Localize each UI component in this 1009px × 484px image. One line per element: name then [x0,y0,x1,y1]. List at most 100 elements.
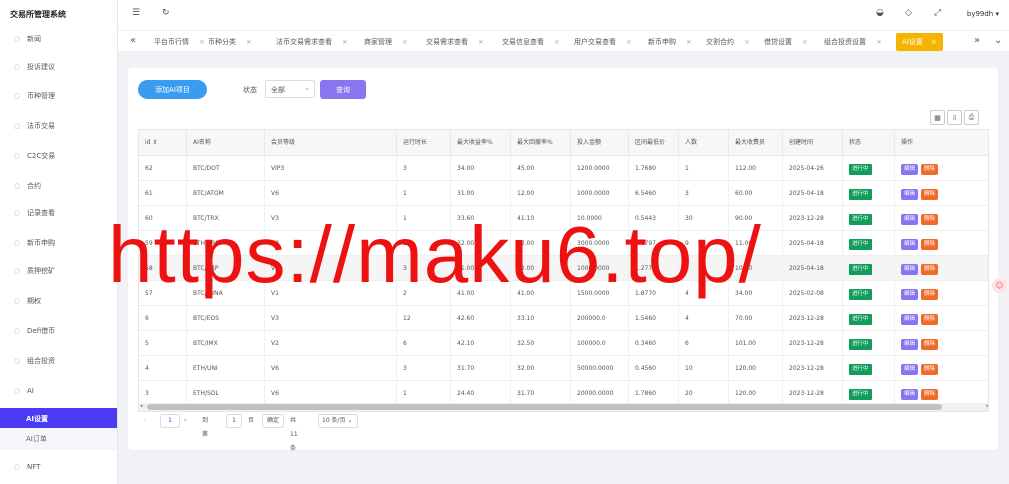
close-tab-icon[interactable]: × [931,38,937,46]
sidebar-item-2[interactable]: ◌ 币种管理 [0,85,117,107]
tab-0[interactable]: 平台币行情 × [148,33,205,51]
tabs-menu-chevron-icon[interactable]: ⌄ [994,35,1002,46]
delete-button[interactable]: 删除 [921,339,939,350]
sidebar-item-8[interactable]: ◌ 质押挖矿 [0,260,117,282]
scroll-left-icon[interactable]: ◂ [140,403,143,409]
edit-button[interactable]: 编辑 [901,339,919,350]
row-actions: 编辑 删除 [895,181,988,206]
delete-button[interactable]: 删除 [921,389,939,400]
columns-filter-icon[interactable]: ▦ [930,110,945,125]
scrollbar-thumb[interactable] [147,404,942,410]
sidebar-item-13[interactable]: AI设置 [0,408,117,430]
close-tab-icon[interactable]: × [402,38,408,46]
tab-8[interactable]: 交割合约 × [700,33,750,51]
sort-icon[interactable]: ⇕ [150,139,157,146]
cell-value: V2 [271,340,279,347]
scroll-right-icon[interactable]: ▸ [986,403,988,409]
table-row[interactable]: 6 BTC/EOS V3 12 42.60 33.10 200000.0 1.5460 4 70.… [139,306,988,331]
delete-button[interactable]: 删除 [921,289,939,300]
tabs-right-arrow-icon[interactable]: » [974,35,980,46]
tab-7[interactable]: 新币申购 × [642,33,692,51]
delete-button[interactable]: 删除 [921,189,939,200]
edit-button[interactable]: 编辑 [901,239,919,250]
sidebar-item-4[interactable]: ◌ C2C交易 [0,145,117,167]
tab-3[interactable]: 商家管理 × [358,33,408,51]
goto-page-input[interactable]: 1 [226,414,242,428]
edit-button[interactable]: 编辑 [901,264,919,275]
edit-button[interactable]: 编辑 [901,214,919,225]
close-tab-icon[interactable]: × [246,38,252,46]
refresh-icon[interactable]: ↻ [162,8,170,18]
delete-button[interactable]: 删除 [921,214,939,225]
close-tab-icon[interactable]: × [554,38,560,46]
tag-icon[interactable]: ◇ [905,8,912,18]
sidebar-item-5[interactable]: ◌ 合约 [0,175,117,197]
sidebar-item-14[interactable]: AI订单 [0,428,117,450]
tabs-bar: « 平台币行情 × 币种分类 × 法币交易需求查看 × 商家管理 × 交易需求查看 × 交易信息查看… [118,30,1009,52]
table-cell: 6.5460 [629,181,679,206]
tab-4[interactable]: 交易需求查看 × [420,33,484,51]
sidebar-item-11[interactable]: ◌ 组合投资 [0,350,117,372]
close-tab-icon[interactable]: × [802,38,808,46]
export-icon[interactable]: ⇩ [947,110,962,125]
status-select[interactable]: 全部 ⌄ [265,80,315,98]
close-tab-icon[interactable]: × [876,38,882,46]
table-row[interactable]: 61 BTC/ATOM V6 1 31.00 12.00 1000.0000 6.5460 3 6… [139,181,988,206]
sidebar-item-10[interactable]: ◌ Defi借币 [0,320,117,342]
tab-5[interactable]: 交易信息查看 × [496,33,560,51]
next-page-icon[interactable]: › [184,414,186,428]
palette-icon[interactable]: ◒ [876,8,884,18]
delete-button[interactable]: 删除 [921,314,939,325]
sidebar-item-3[interactable]: ◌ 法币交易 [0,115,117,137]
query-button[interactable]: 查询 [320,80,366,99]
tab-11[interactable]: AI设置 × [896,33,943,51]
print-icon[interactable]: ⎙ [964,110,979,125]
menu-toggle-icon[interactable]: ☰ [132,8,140,18]
delete-button[interactable]: 删除 [921,164,939,175]
table-cell: 42.10 [451,331,511,356]
close-tab-icon[interactable]: × [342,38,348,46]
edit-button[interactable]: 编辑 [901,389,919,400]
tab-2[interactable]: 法币交易需求查看 × [270,33,348,51]
close-tab-icon[interactable]: × [626,38,632,46]
tabs-left-arrow-icon[interactable]: « [130,35,136,46]
page-size-select[interactable]: 10 条/页 ⌄ [318,414,358,428]
table-row[interactable]: 62 BTC/DOT VIP3 3 34.00 45.00 1200.0000 1.7680 1… [139,156,988,181]
sidebar-item-15[interactable]: ◌ NFT [0,456,117,478]
edit-button[interactable]: 编辑 [901,364,919,375]
delete-button[interactable]: 删除 [921,239,939,250]
close-tab-icon[interactable]: × [744,38,750,46]
cell-value: 1.7860 [635,390,656,397]
delete-button[interactable]: 删除 [921,264,939,275]
goto-confirm-button[interactable]: 确定 [262,414,284,428]
sidebar-item-0[interactable]: ◌ 新闻 [0,28,117,50]
add-ai-project-button[interactable]: 添加AI项目 [138,80,207,99]
tab-10[interactable]: 组合投资设置 × [818,33,882,51]
sidebar-item-12[interactable]: ◌ AI [0,380,117,402]
tab-1[interactable]: 币种分类 × [202,33,252,51]
close-tab-icon[interactable]: × [478,38,484,46]
sidebar-item-1[interactable]: ◌ 投诉建议 [0,56,117,78]
edit-button[interactable]: 编辑 [901,164,919,175]
edit-button[interactable]: 编辑 [901,189,919,200]
tab-9[interactable]: 借贷设置 × [758,33,808,51]
sidebar-item-9[interactable]: ◌ 期权 [0,290,117,312]
floating-assistant-icon[interactable]: ☺ [992,278,1007,293]
column-header[interactable]: id ⇕ [139,130,187,156]
edit-button[interactable]: 编辑 [901,289,919,300]
tab-6[interactable]: 用户交易查看 × [568,33,632,51]
fullscreen-icon[interactable]: ⤢ [934,8,941,18]
table-row[interactable]: 5 BTC/IMX V2 6 42.10 32.50 100000.0 0.3460 6 101.… [139,331,988,356]
page-number-current[interactable]: 1 [160,414,180,428]
sidebar-item-6[interactable]: ◌ 记录查看 [0,202,117,224]
horizontal-scrollbar[interactable]: ◂ ▸ [139,403,988,411]
user-menu[interactable]: by99dh ▾ [967,10,999,18]
column-header: 运行时长 [397,130,451,156]
table-row[interactable]: 4 ETH/UNI V6 3 31.70 32.00 50000.0000 0.4560 10 1… [139,356,988,381]
close-tab-icon[interactable]: × [686,38,692,46]
edit-button[interactable]: 编辑 [901,314,919,325]
row-actions: 编辑 删除 [895,356,988,381]
sidebar-item-7[interactable]: ◌ 新币申购 [0,232,117,254]
prev-page-icon[interactable]: ‹ [144,414,146,428]
delete-button[interactable]: 删除 [921,364,939,375]
